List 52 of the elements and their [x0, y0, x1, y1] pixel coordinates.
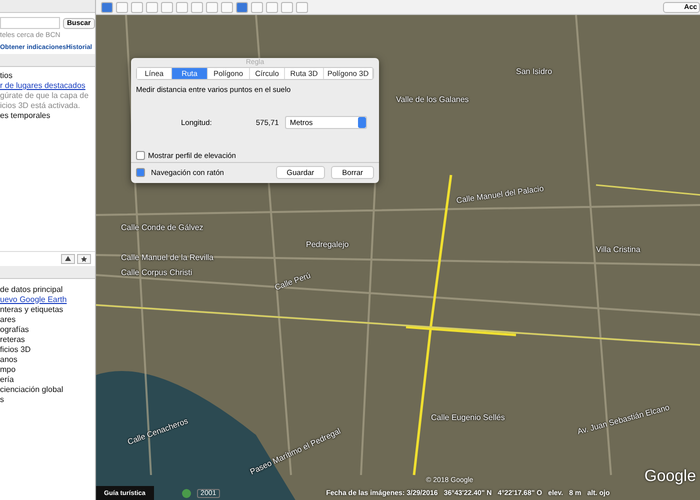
toolbar-icon[interactable] — [206, 2, 218, 12]
place-item: es temporales — [0, 111, 52, 121]
place-item: tios — [0, 71, 14, 81]
layer-item[interactable]: ografías — [0, 324, 95, 335]
toolbar-icon[interactable] — [176, 2, 188, 12]
street-label: Calle Manuel del Palacio — [456, 184, 544, 206]
toolbar-icon[interactable] — [266, 2, 278, 12]
up-button[interactable] — [61, 254, 75, 264]
search-field[interactable] — [0, 17, 60, 29]
up-arrow-icon — [65, 256, 71, 262]
checkbox[interactable] — [136, 151, 145, 160]
layer-item[interactable]: ares — [0, 314, 95, 325]
toolbar-icon[interactable] — [191, 2, 203, 12]
place-link[interactable]: r de lugares destacados — [0, 81, 95, 91]
street-label: Calle Manuel de la Revilla — [121, 253, 214, 262]
toolbar-icon[interactable] — [251, 2, 263, 12]
map-logo: Google — [644, 468, 696, 486]
layer-link[interactable]: uevo Google Earth — [0, 294, 95, 305]
toolbar-icon[interactable] — [221, 2, 233, 12]
star-icon — [81, 256, 87, 262]
satellite-map[interactable] — [96, 15, 700, 500]
layer-item[interactable]: nteras y etiquetas — [0, 304, 95, 315]
place-item: icios 3D está activada. — [0, 101, 82, 111]
clock-icon — [182, 488, 191, 498]
toolbar-icon[interactable] — [146, 2, 158, 12]
toolbar-icon[interactable] — [236, 2, 248, 12]
place-item: gúrate de que la capa de — [0, 91, 90, 101]
toolbar-icon[interactable] — [116, 2, 128, 12]
toolbar-icon[interactable] — [296, 2, 308, 12]
street-label: Valle de los Galanes — [396, 95, 469, 104]
street-label: Av. Juan Sebastián Elcano — [576, 402, 670, 436]
layer-item[interactable]: reteras — [0, 334, 95, 345]
street-label: Calle Corpus Christi — [121, 268, 192, 277]
layer-item[interactable]: mpo — [0, 364, 95, 375]
layer-item[interactable]: ería — [0, 374, 95, 385]
street-label: Calle Conde de Gálvez — [121, 223, 204, 232]
toolbar-icon[interactable] — [101, 2, 113, 12]
layer-item[interactable]: de datos principal — [0, 284, 95, 295]
layer-item[interactable]: s — [0, 394, 95, 405]
toolbar-icon[interactable] — [131, 2, 143, 12]
layer-item[interactable]: cienciación global — [0, 384, 95, 395]
star-button[interactable] — [77, 254, 91, 264]
street-label: Calle Perú — [274, 270, 312, 292]
street-label: Pedregalejo — [306, 240, 349, 249]
toolbar-icon[interactable] — [161, 2, 173, 12]
checkbox[interactable] — [136, 168, 145, 177]
toolbar-icon[interactable] — [281, 2, 293, 12]
layer-item[interactable]: anos — [0, 354, 95, 365]
street-label: San Isidro — [516, 67, 552, 76]
layer-item[interactable]: ficios 3D — [0, 344, 95, 355]
street-label: Calle Eugenio Sellés — [431, 413, 505, 422]
street-label: Villa Cristina — [596, 245, 640, 254]
